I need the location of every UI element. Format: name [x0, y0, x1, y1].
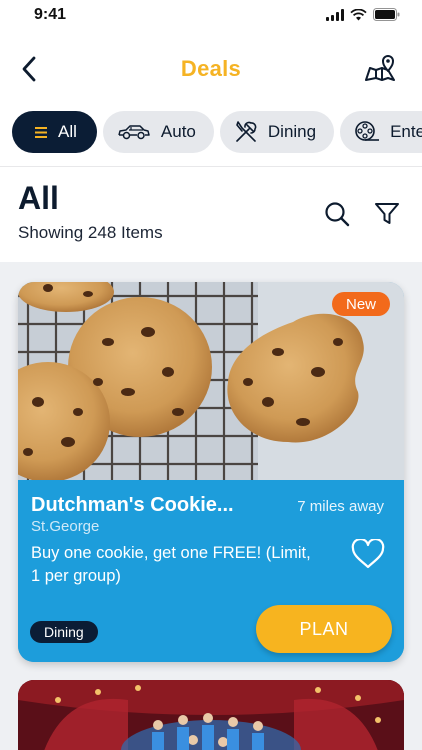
car-icon [117, 123, 151, 141]
deal-image [18, 680, 404, 750]
deal-image: New [18, 282, 404, 480]
filter-button[interactable] [372, 199, 402, 229]
signal-icon [326, 8, 344, 21]
chip-entertainment[interactable]: Entertai [340, 111, 422, 153]
deal-location: St.George [31, 518, 100, 535]
deal-card[interactable]: New Dutchman's Cookie... 7 miles away St… [18, 282, 404, 662]
page-title: Deals [180, 56, 242, 81]
chip-all[interactable]: All [12, 111, 97, 153]
deal-name: Dutchman's Cookie... [31, 494, 234, 516]
divider [0, 166, 422, 167]
chip-label: Auto [160, 122, 196, 141]
status-icons [326, 8, 400, 21]
deal-info: Dutchman's Cookie... 7 miles away St.Geo… [18, 480, 404, 662]
map-pin-icon [365, 55, 395, 81]
deal-card-next[interactable] [18, 680, 404, 750]
chip-label: Entertai [390, 122, 422, 141]
chip-dining[interactable]: Dining [219, 111, 335, 153]
new-badge: New [331, 292, 390, 316]
item-count: Showing 248 Items [18, 223, 163, 242]
heart-icon [351, 539, 385, 569]
deal-description: Buy one cookie, get one FREE! (Limit, 1 … [31, 544, 311, 585]
map-button[interactable] [360, 50, 400, 88]
battery-icon [373, 8, 400, 21]
section-title: All [18, 180, 59, 216]
fork-knife-icon [234, 120, 258, 144]
chip-auto[interactable]: Auto [102, 111, 214, 153]
status-bar: 9:41 [0, 0, 422, 34]
search-button[interactable] [322, 199, 352, 229]
favorite-button[interactable] [350, 536, 386, 572]
nav-bar: Deals [0, 40, 422, 96]
list-icon [34, 126, 48, 139]
deals-list[interactable]: New Dutchman's Cookie... 7 miles away St… [0, 262, 422, 750]
film-reel-icon [354, 120, 380, 144]
status-time: 9:41 [34, 6, 67, 23]
category-tag: Dining [30, 621, 98, 643]
category-chips: All Auto Dining Ente [12, 111, 422, 153]
chip-label: All [58, 122, 77, 141]
filter-icon [375, 203, 399, 224]
search-icon [325, 202, 350, 227]
plan-button[interactable]: PLAN [256, 605, 392, 653]
wifi-icon [350, 8, 367, 20]
chip-label: Dining [267, 122, 317, 141]
deal-distance: 7 miles away [297, 498, 384, 515]
